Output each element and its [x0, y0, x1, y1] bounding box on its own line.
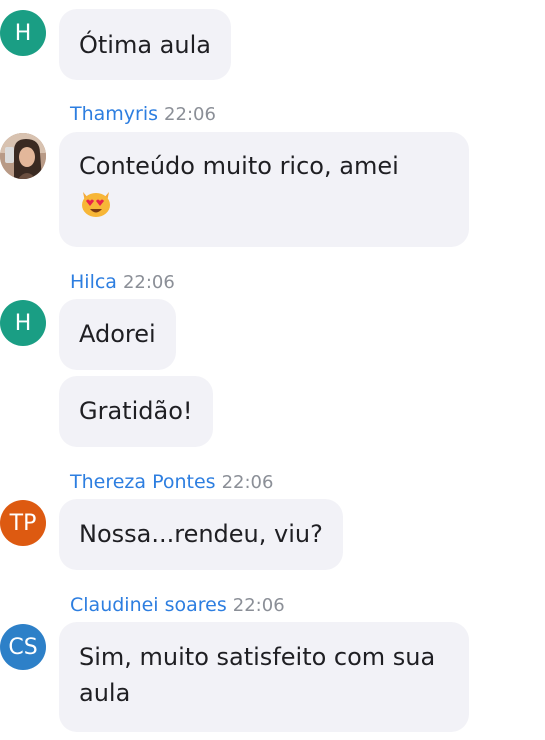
message-bubble[interactable]: Conteúdo muito rico, amei	[59, 132, 469, 247]
user-photo-avatar-icon[interactable]	[0, 133, 46, 179]
avatar-initials: H	[14, 20, 32, 46]
message-time: 22:06	[164, 104, 216, 125]
message-header: Claudinei soares 22:06	[70, 593, 285, 618]
author-name[interactable]: Hilca	[70, 271, 117, 293]
avatar[interactable]: CS	[0, 624, 46, 670]
message-text-line: Sim, muito satisfeito com sua	[79, 643, 436, 671]
message-bubble[interactable]: Gratidão!	[59, 376, 213, 447]
author-name[interactable]: Claudinei soares	[70, 594, 227, 616]
author-name[interactable]: Thamyris	[70, 103, 158, 125]
avatar-initials: H	[14, 310, 32, 336]
message-header: Thamyris 22:06	[70, 102, 216, 127]
avatar-initials: TP	[9, 510, 37, 536]
message-text: Ótima aula	[79, 31, 211, 59]
message-bubble[interactable]: Sim, muito satisfeito com sua aula	[59, 622, 469, 732]
avatar[interactable]: H	[0, 300, 46, 346]
message-bubble[interactable]: Nossa...rendeu, viu?	[59, 499, 343, 570]
avatar-initials: CS	[8, 634, 38, 660]
message-bubble[interactable]: Ótima aula	[59, 9, 231, 80]
message-time: 22:06	[232, 595, 285, 616]
message-text: Nossa...rendeu, viu?	[79, 520, 323, 548]
message-text: Gratidão!	[79, 397, 193, 425]
chat-message-list: H Ótima aula Thamyris 22:06 Conteúdo muit…	[0, 0, 545, 740]
message-text-line: aula	[79, 679, 131, 707]
message-time: 22:06	[221, 472, 274, 493]
message-header: Hilca 22:06	[70, 270, 175, 295]
message-time: 22:06	[122, 272, 175, 293]
message-bubble[interactable]: Adorei	[59, 299, 176, 370]
message-text: Adorei	[79, 320, 156, 348]
author-name[interactable]: Thereza Pontes	[70, 471, 216, 493]
avatar[interactable]: H	[0, 10, 46, 56]
heart-eyes-cat-emoji-icon	[79, 186, 113, 220]
message-text: Conteúdo muito rico, amei	[79, 152, 399, 180]
avatar[interactable]: TP	[0, 500, 46, 546]
message-header: Thereza Pontes 22:06	[70, 470, 273, 495]
